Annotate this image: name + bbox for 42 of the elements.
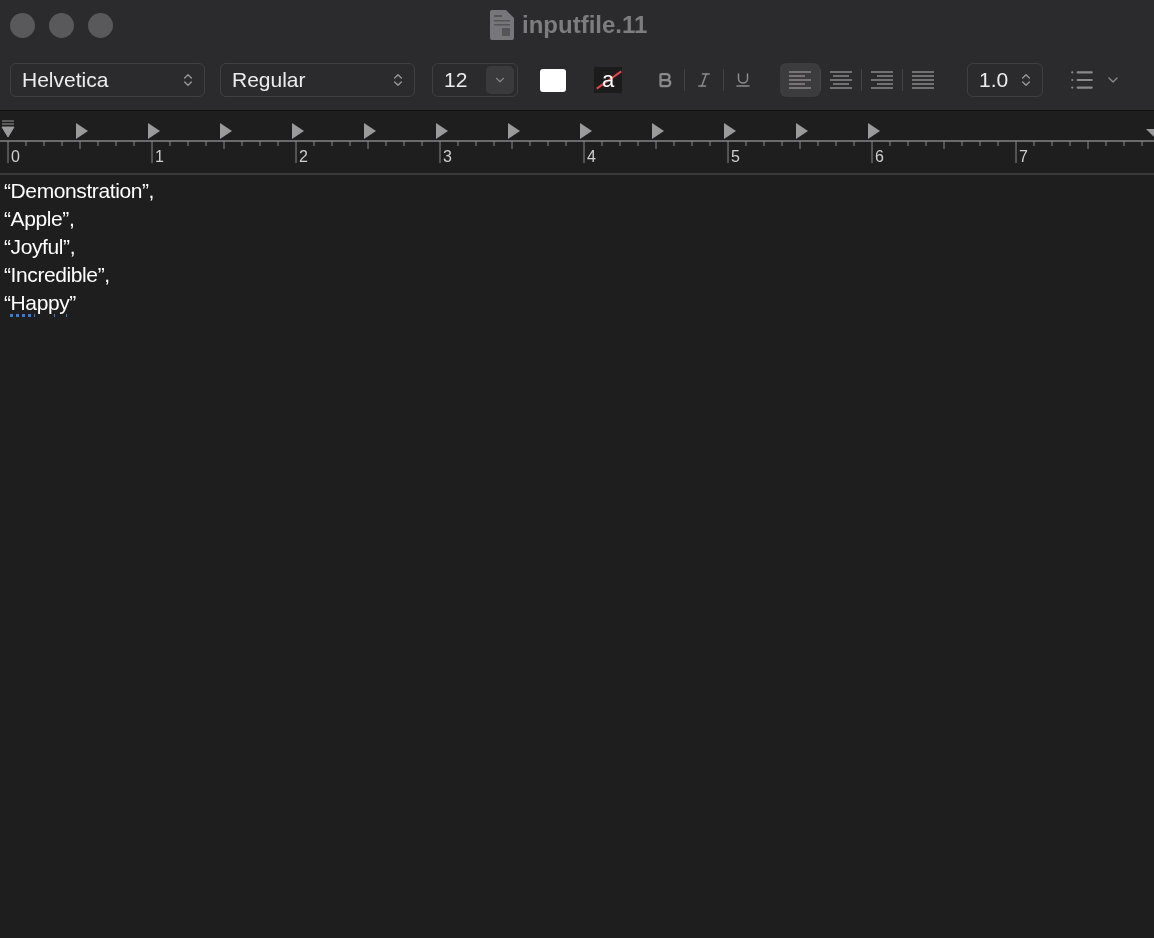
- bold-icon: [656, 71, 674, 89]
- tab-stop-icon[interactable]: [652, 123, 664, 139]
- ruler-label: 4: [587, 148, 596, 165]
- tab-stop-icon[interactable]: [796, 123, 808, 139]
- tab-stop-icon[interactable]: [148, 123, 160, 139]
- alignment-button[interactable]: [780, 63, 820, 97]
- tab-stop-icon[interactable]: [76, 123, 88, 139]
- tab-stop-icon[interactable]: [508, 123, 520, 139]
- text-line: “Joyful”,: [4, 234, 77, 260]
- tab-stop-icon[interactable]: [436, 123, 448, 139]
- ruler-label: 6: [875, 148, 884, 165]
- ruler-label: 3: [443, 148, 452, 165]
- align-icon: [789, 70, 811, 90]
- italic-icon: [695, 71, 713, 89]
- text-line: “Happy”: [4, 290, 77, 316]
- tab-stop-icon[interactable]: [724, 123, 736, 139]
- ruler-label: 0: [11, 148, 20, 165]
- font-size-field[interactable]: 12: [432, 63, 518, 97]
- font-family-popup[interactable]: Helvetica: [10, 63, 205, 97]
- indent-marker-icon[interactable]: [1, 120, 15, 138]
- tab-stop-icon[interactable]: [220, 123, 232, 139]
- text-color-swatch[interactable]: [540, 68, 566, 92]
- align-icon: [830, 70, 852, 90]
- document-icon: [490, 10, 514, 40]
- tab-stop-icon[interactable]: [364, 123, 376, 139]
- window-title: inputfile.11: [522, 11, 648, 39]
- font-style-popup[interactable]: Regular: [220, 63, 415, 97]
- ruler-label: 5: [731, 148, 740, 165]
- tab-stop-icon[interactable]: [580, 123, 592, 139]
- ruler-label: 1: [155, 148, 164, 165]
- ruler-label: 7: [1019, 148, 1028, 165]
- align-icon: [871, 70, 893, 90]
- right-margin-marker-icon[interactable]: [1146, 129, 1154, 137]
- ruler-label: 2: [299, 148, 308, 165]
- tab-stop-icon[interactable]: [868, 123, 880, 139]
- text-line: “Apple”,: [4, 206, 76, 232]
- line-spacing-popup[interactable]: 1.0: [967, 63, 1043, 97]
- text-line: “Demonstration”,: [4, 178, 155, 204]
- underline-icon: [734, 71, 752, 89]
- text-line: “Incredible”,: [4, 262, 111, 288]
- tab-stop-icon[interactable]: [292, 123, 304, 139]
- align-icon: [912, 70, 934, 90]
